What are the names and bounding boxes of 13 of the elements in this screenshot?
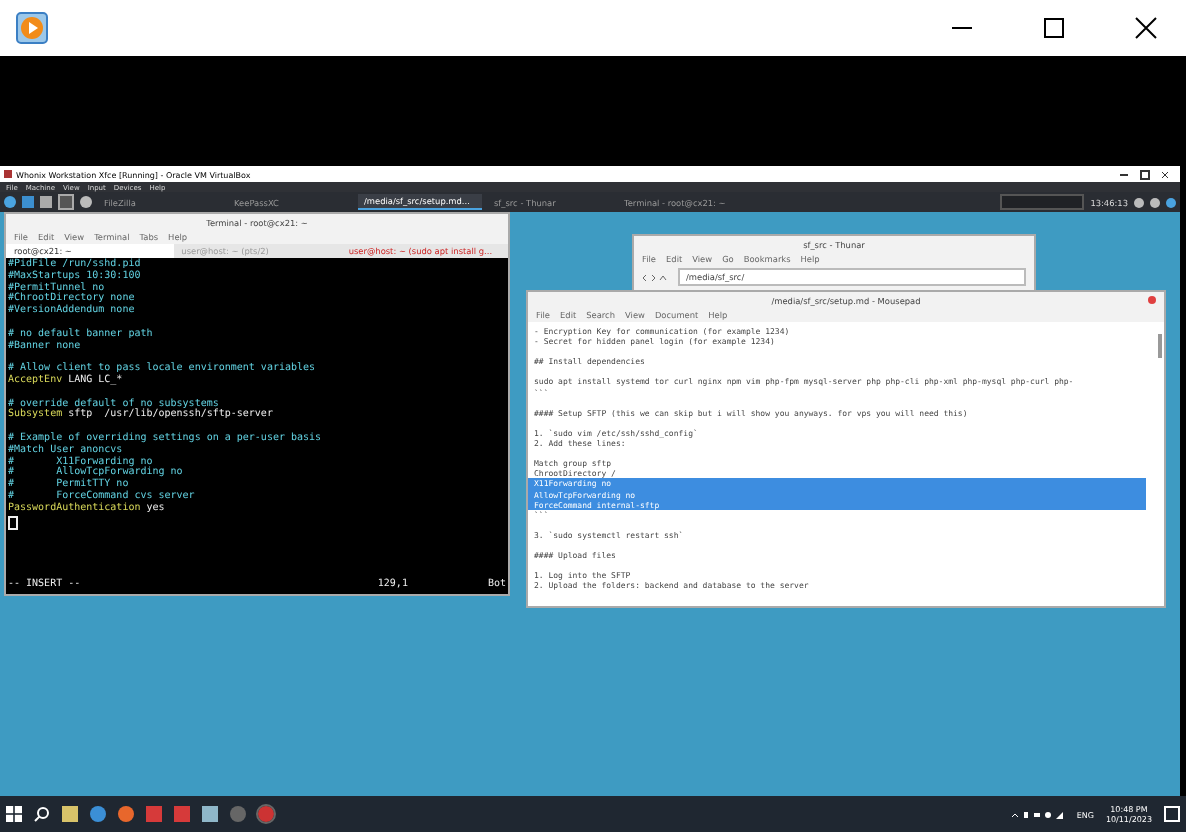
navigation-arrows-icon[interactable]: [642, 273, 670, 281]
maximize-icon[interactable]: [1042, 16, 1066, 40]
minimize-icon[interactable]: [1120, 173, 1128, 175]
windows-logo-icon[interactable]: [6, 806, 22, 822]
scrollbar[interactable]: [1158, 334, 1162, 358]
maximize-icon[interactable]: [1140, 169, 1150, 179]
vm-window-icon: [4, 170, 12, 178]
workspace-switcher[interactable]: [1000, 194, 1085, 210]
close-icon[interactable]: [1134, 16, 1158, 40]
play-icon: [16, 12, 48, 44]
search-icon[interactable]: [34, 806, 50, 822]
close-icon[interactable]: [1162, 171, 1168, 177]
notification-icon[interactable]: [1164, 806, 1180, 822]
